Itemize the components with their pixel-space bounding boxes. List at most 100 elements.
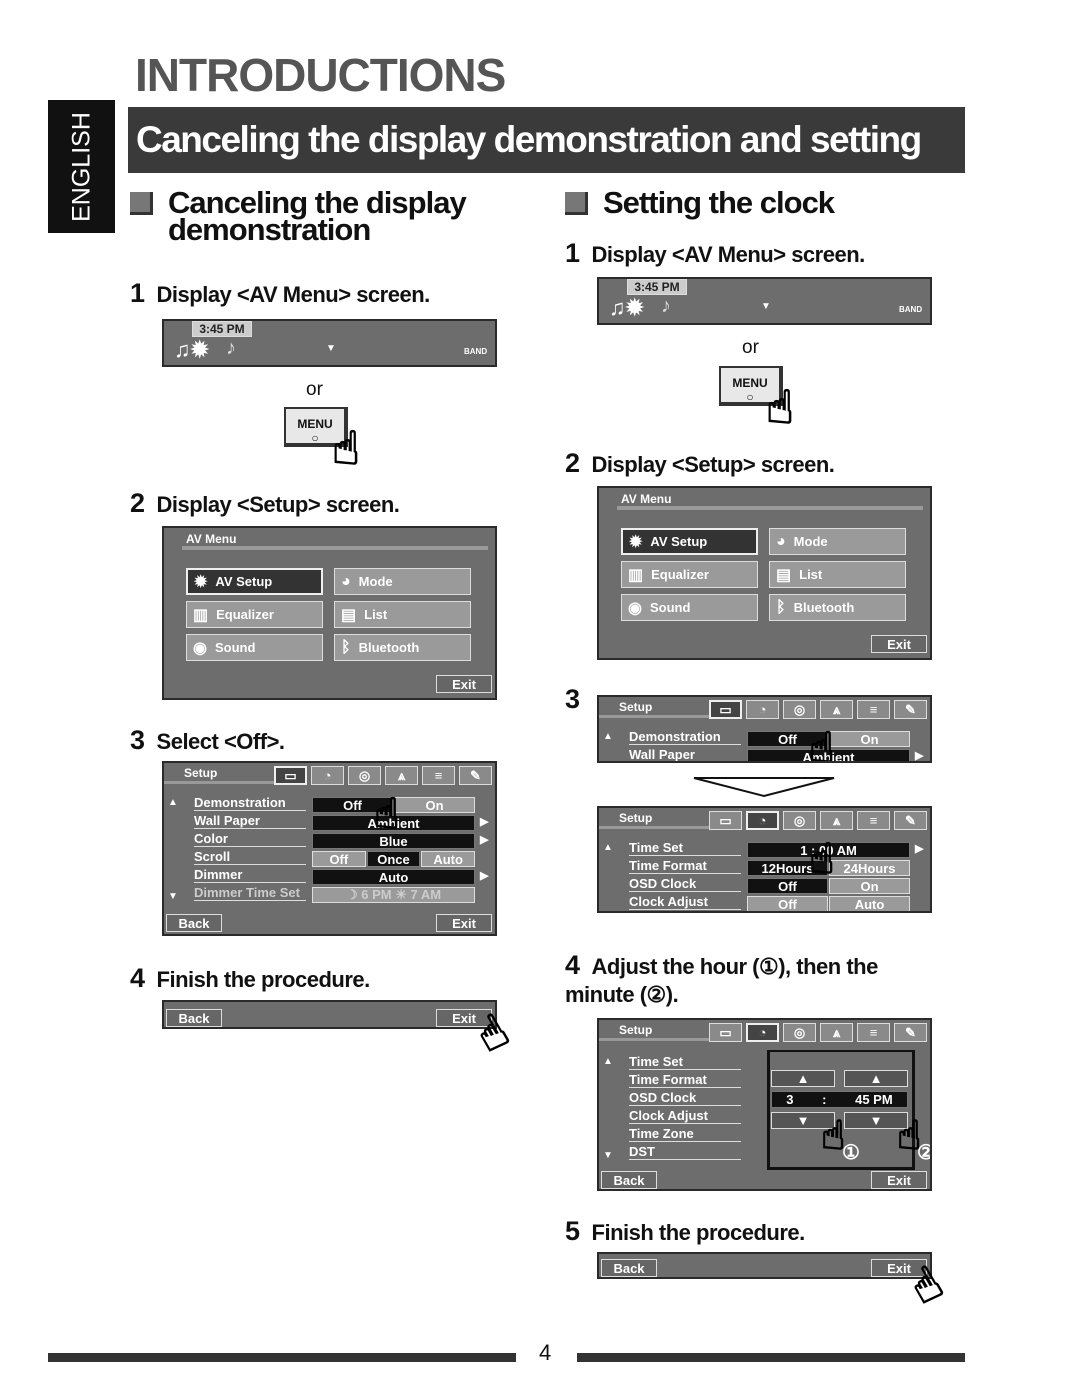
menu-item-sound[interactable]: ◉ Sound (621, 594, 758, 621)
scroll-up-icon[interactable]: ▲ (168, 797, 178, 808)
option-24hours[interactable]: 24Hours (829, 860, 910, 876)
band-button[interactable]: BAND (899, 305, 922, 314)
setting-label[interactable]: Time Set (629, 1054, 741, 1070)
setting-label[interactable]: Time Format (629, 1072, 741, 1088)
arrow-right-icon[interactable]: ▶ (915, 749, 923, 761)
tab-display-icon[interactable]: ▭ (709, 811, 742, 830)
manual-page: INTRODUCTIONS ENGLISH Canceling the disp… (0, 0, 1080, 1397)
tab-wrench-icon[interactable]: ✎ (894, 700, 927, 719)
right-step-5: 5 Finish the procedure. (565, 1216, 805, 1246)
menu-item-equalizer[interactable]: ▥ Equalizer (186, 601, 323, 628)
tab-display-icon[interactable]: ▭ (709, 1023, 742, 1042)
av-bar-screen[interactable]: 3:45 PM ♫✹ ♪ ▼ BAND (162, 319, 497, 367)
arrow-right-icon[interactable]: ▶ (480, 833, 488, 846)
tab-antenna-icon[interactable]: ⩓ (385, 766, 418, 785)
tab-wrench-icon[interactable]: ✎ (894, 1023, 927, 1042)
tab-disc-icon[interactable]: ◎ (348, 766, 381, 785)
tab-antenna-icon[interactable]: ⩓ (820, 1023, 853, 1042)
menu-item-sound[interactable]: ◉ Sound (186, 634, 323, 661)
scroll-up-icon[interactable]: ▲ (603, 842, 613, 853)
menu-item-list[interactable]: ▤ List (769, 561, 906, 588)
tab-input-icon[interactable]: ≡ (857, 811, 890, 830)
back-button[interactable]: Back (166, 914, 222, 932)
scroll-up-icon[interactable]: ▲ (603, 1056, 613, 1067)
menu-item-av-setup[interactable]: ✹ AV Setup (621, 528, 758, 555)
menu-item-mode[interactable]: ◕ Mode (769, 528, 906, 555)
back-button[interactable]: Back (601, 1259, 657, 1277)
title-underline (164, 781, 274, 784)
exit-button[interactable]: Exit (436, 675, 492, 693)
menu-item-equalizer[interactable]: ▥ Equalizer (621, 561, 758, 588)
music-note-icon[interactable]: ♫✹ (174, 337, 209, 363)
setting-label[interactable]: Clock Adjust (629, 1108, 741, 1124)
scroll-down-icon[interactable]: ▼ (168, 891, 178, 902)
scroll-down-icon[interactable]: ▼ (603, 1150, 613, 1161)
menu-item-av-setup[interactable]: ✹ AV Setup (186, 568, 323, 595)
option-once[interactable]: Once (366, 851, 421, 867)
scroll-up-icon[interactable]: ▲ (603, 731, 613, 742)
option-on[interactable]: On (394, 797, 475, 813)
tab-display-icon[interactable]: ▭ (709, 700, 742, 719)
tab-input-icon[interactable]: ≡ (857, 700, 890, 719)
left-heading: Canceling the display demonstration (168, 185, 467, 247)
minute-value: 45 PM (855, 1092, 893, 1107)
mode-icon: ◕ (776, 532, 786, 550)
option-auto[interactable]: Auto (312, 869, 475, 885)
option-on[interactable]: On (829, 731, 910, 747)
music-note-icon[interactable]: ♫✹ (609, 295, 644, 321)
arrow-right-icon[interactable]: ▶ (915, 842, 923, 855)
exit-button[interactable]: Exit (436, 914, 492, 932)
back-button[interactable]: Back (166, 1009, 222, 1027)
back-button[interactable]: Back (601, 1171, 657, 1189)
setup-title: Setup (184, 766, 218, 780)
triangle-down-icon[interactable]: ▼ (761, 301, 771, 312)
sound-icon: ◉ (628, 599, 642, 617)
option-off[interactable]: Off (312, 851, 366, 867)
menu-item-list[interactable]: ▤ List (334, 601, 471, 628)
option-off[interactable]: Off (747, 896, 828, 911)
tab-antenna-icon[interactable]: ⩓ (820, 700, 853, 719)
tab-input-icon[interactable]: ≡ (422, 766, 455, 785)
setting-label[interactable]: OSD Clock (629, 1090, 741, 1106)
tab-clock-icon[interactable]: ◔ (746, 1023, 779, 1042)
setting-label[interactable]: Time Zone (629, 1126, 741, 1142)
arrow-right-icon[interactable]: ▶ (480, 815, 488, 828)
phone-icon[interactable]: ♪ (661, 295, 671, 318)
menu-item-label: Equalizer (216, 607, 274, 622)
menu-item-mode[interactable]: ◕ Mode (334, 568, 471, 595)
option--6-pm-7-am[interactable]: ☽ 6 PM ☀ 7 AM (312, 887, 475, 903)
menu-item-bluetooth[interactable]: ᛒ Bluetooth (334, 634, 471, 661)
tab-input-icon[interactable]: ≡ (857, 1023, 890, 1042)
tab-disc-icon[interactable]: ◎ (783, 811, 816, 830)
tab-display-icon[interactable]: ▭ (274, 766, 307, 785)
exit-button[interactable]: Exit (871, 635, 927, 653)
phone-icon[interactable]: ♪ (226, 337, 236, 360)
tab-disc-icon[interactable]: ◎ (783, 1023, 816, 1042)
tab-clock-icon[interactable]: ◔ (746, 811, 779, 830)
tab-antenna-icon[interactable]: ⩓ (820, 811, 853, 830)
option-on[interactable]: On (829, 878, 910, 894)
mode-icon: ◕ (341, 572, 351, 590)
setting-label: Time Format (629, 858, 741, 874)
setting-label[interactable]: DST (629, 1144, 741, 1160)
minute-up-button[interactable]: ▲ (844, 1070, 908, 1087)
band-button[interactable]: BAND (464, 347, 487, 356)
callout-2: ② (917, 1140, 930, 1165)
menu-item-label: Equalizer (651, 567, 709, 582)
arrow-right-icon[interactable]: ▶ (480, 869, 488, 882)
option-auto[interactable]: Auto (829, 896, 910, 911)
time-set-screen: Setup ▭ ◔ ◎ ⩓ ≡ ✎ Time Set Time Format OSD Clock C… (597, 1018, 932, 1191)
tab-disc-icon[interactable]: ◎ (783, 700, 816, 719)
triangle-down-icon[interactable]: ▼ (326, 343, 336, 354)
av-bar-screen[interactable]: 3:45 PM ♫✹ ♪ ▼ BAND (597, 277, 932, 325)
menu-item-bluetooth[interactable]: ᛒ Bluetooth (769, 594, 906, 621)
tab-clock-icon[interactable]: ◔ (746, 700, 779, 719)
option-auto[interactable]: Auto (421, 851, 475, 867)
tab-wrench-icon[interactable]: ✎ (459, 766, 492, 785)
title-underline (617, 506, 923, 510)
exit-button[interactable]: Exit (871, 1171, 927, 1189)
tab-clock-icon[interactable]: ◔ (311, 766, 344, 785)
tab-wrench-icon[interactable]: ✎ (894, 811, 927, 830)
footer-rule (48, 1353, 516, 1362)
hour-up-button[interactable]: ▲ (771, 1070, 835, 1087)
